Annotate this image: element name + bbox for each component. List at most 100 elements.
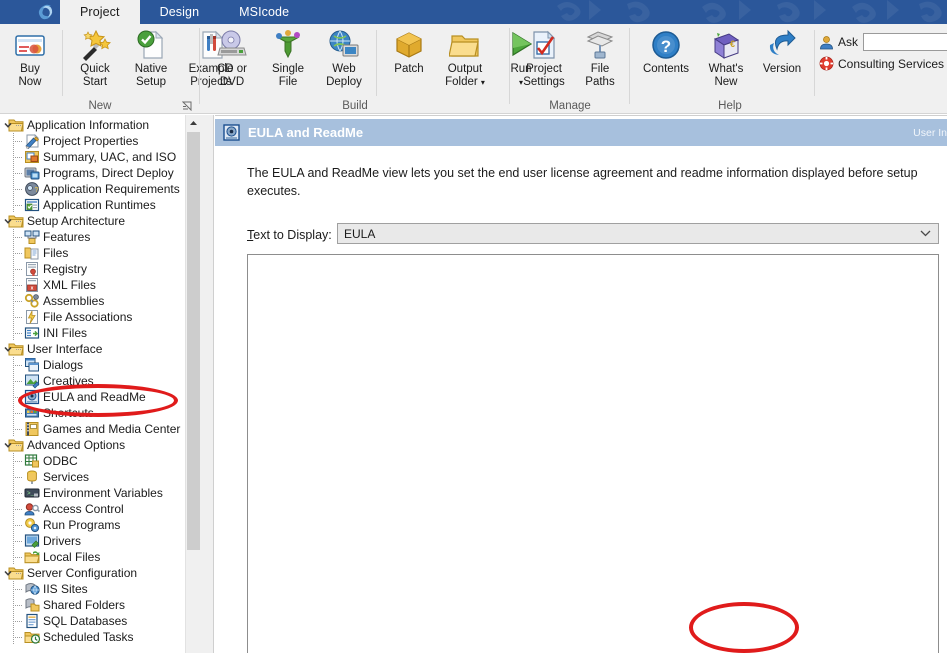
chevron-down-icon[interactable]	[920, 230, 931, 237]
tree-item-eula-and-readme[interactable]: EULA and ReadMe	[0, 389, 190, 405]
tree-item-summary-uac-and-iso[interactable]: Summary, UAC, and ISO	[0, 149, 190, 165]
navigation-tree-panel[interactable]: Application Information Project Propertie…	[0, 115, 200, 653]
ribbon-button-version[interactable]: Version	[754, 26, 810, 76]
scroll-up-icon[interactable]	[186, 115, 200, 131]
tree-item-scheduled-tasks[interactable]: Scheduled Tasks	[0, 629, 190, 645]
ribbon-button-quick-start[interactable]: Quick Start	[67, 26, 123, 88]
tree-item-application-runtimes[interactable]: Application Runtimes	[0, 197, 190, 213]
tree-expander-chevron-down-icon[interactable]	[2, 565, 14, 581]
tab-design-label: Design	[159, 5, 200, 19]
tab-project[interactable]: Project	[60, 0, 140, 24]
tab-design[interactable]: Design	[140, 0, 220, 24]
consulting-services-link[interactable]: Consulting Services	[819, 56, 947, 71]
sql-databases-icon	[26, 613, 38, 629]
tree-item-creatives[interactable]: Creatives	[0, 373, 190, 389]
ribbon-button-cd-or-dvd[interactable]: CD or DVD	[204, 26, 260, 88]
pane-breadcrumb: User In	[913, 127, 947, 139]
single-file-icon	[276, 30, 300, 59]
tree-item-registry[interactable]: Registry	[0, 261, 190, 277]
dialogs-icon	[25, 358, 39, 372]
tree-item-application-requirements[interactable]: ? Application Requirements	[0, 181, 190, 197]
tree-item-ini-files[interactable]: INI Files	[0, 325, 190, 341]
ribbon-button-output-folder[interactable]: Output Folder ▾	[437, 26, 493, 89]
ribbon-button-buy-now[interactable]: Buy Now	[2, 26, 58, 88]
tree-expander-chevron-down-icon[interactable]	[2, 341, 14, 357]
eula-text-editor[interactable]	[247, 254, 939, 653]
ribbon-group-new-label: New	[88, 100, 112, 112]
pane-title: EULA and ReadMe	[248, 125, 364, 140]
tree-item-games-and-media-center[interactable]: Games and Media Center	[0, 421, 190, 437]
panel-splitter[interactable]	[200, 115, 214, 653]
tree-expander-chevron-down-icon[interactable]	[2, 437, 14, 453]
tree-expander-chevron-down-icon[interactable]	[2, 213, 14, 229]
tree-item-server-configuration[interactable]: Server Configuration	[0, 565, 190, 581]
tree-item-drivers[interactable]: Drivers	[0, 533, 190, 549]
tree-expander-chevron-down-icon[interactable]	[2, 117, 14, 133]
tree-item-dialogs[interactable]: Dialogs	[0, 357, 190, 373]
tree-item-label: Access Control	[43, 502, 124, 516]
tree-item-programs-direct-deploy[interactable]: Programs, Direct Deploy	[0, 165, 190, 181]
tree-connector-line	[16, 573, 21, 574]
tree-item-shortcuts[interactable]: Shortcuts	[0, 405, 190, 421]
tree-connector-line	[13, 413, 23, 414]
tree-item-environment-variables[interactable]: >_ Environment Variables	[0, 485, 190, 501]
tree-item-sql-databases[interactable]: SQL Databases	[0, 613, 190, 629]
ribbon-button-contents[interactable]: ? Contents	[634, 26, 698, 76]
tree-item-application-information[interactable]: Application Information	[0, 117, 190, 133]
ribbon-button-version-label: Version	[762, 63, 802, 75]
tree-item-files[interactable]: Files	[0, 245, 190, 261]
ribbon-group-help: ? Contents € What's New Version Ask Cons…	[630, 24, 947, 114]
tree-item-label: Application Information	[27, 118, 150, 132]
tree-item-run-programs[interactable]: Run Programs	[0, 517, 190, 533]
tree-scrollbar-thumb[interactable]	[187, 132, 200, 550]
tree-connector-line	[13, 317, 23, 318]
ribbon-button-single-file[interactable]: Single File	[260, 26, 316, 88]
quick-start-icon	[83, 29, 111, 61]
svg-text:€: €	[730, 39, 735, 49]
tree-scrollbar[interactable]	[185, 115, 200, 653]
tree-item-assemblies[interactable]: Assemblies	[0, 293, 190, 309]
tree-connector-line	[13, 205, 23, 206]
tree-item-features[interactable]: Features	[0, 229, 190, 245]
eula-readme-icon	[223, 124, 240, 141]
ribbon-button-whats-new[interactable]: € What's New	[698, 26, 754, 88]
tree-item-local-files[interactable]: Local Files	[0, 549, 190, 565]
tab-msicode[interactable]: MSIcode	[219, 0, 309, 24]
tree-item-xml-files[interactable]: x XML Files	[0, 277, 190, 293]
tree-item-iis-sites[interactable]: IIS Sites	[0, 581, 190, 597]
tree-item-services[interactable]: Services	[0, 469, 190, 485]
ribbon-button-native-setup[interactable]: Native Setup	[123, 26, 179, 88]
ribbon-button-patch[interactable]: Patch	[381, 26, 437, 76]
tree-connector-line	[13, 301, 23, 302]
ribbon-button-file-paths[interactable]: File Paths	[572, 26, 628, 88]
tree-item-odbc[interactable]: ODBC	[0, 453, 190, 469]
tree-connector-line	[13, 253, 23, 254]
tree-item-shared-folders[interactable]: Shared Folders	[0, 597, 190, 613]
tree-item-advanced-options[interactable]: Advanced Options	[0, 437, 190, 453]
files-icon	[24, 247, 39, 260]
tree-item-label: Application Requirements	[43, 182, 180, 196]
dialog-launcher-icon[interactable]	[182, 101, 192, 111]
tree-item-project-properties[interactable]: Project Properties	[0, 133, 190, 149]
ribbon-button-web-deploy[interactable]: Web Deploy	[316, 26, 372, 88]
text-to-display-label: Text to Display:	[247, 228, 332, 242]
version-icon	[769, 29, 796, 55]
tree-connector-line	[13, 285, 23, 286]
tree-item-user-interface[interactable]: User Interface	[0, 341, 190, 357]
ribbon-button-project-settings[interactable]: Project Settings	[516, 26, 572, 88]
navigation-tree[interactable]: Application Information Project Propertie…	[0, 117, 190, 645]
tree-connector-line	[13, 173, 23, 174]
tree-item-label: Registry	[43, 262, 88, 276]
svg-text:?: ?	[661, 37, 671, 56]
tree-item-label: Application Runtimes	[43, 198, 156, 212]
svg-text:x: x	[31, 286, 34, 292]
tree-item-label: File Associations	[43, 310, 133, 324]
person-icon	[820, 35, 833, 49]
tree-item-access-control[interactable]: Access Control	[0, 501, 190, 517]
ask-input[interactable]	[863, 33, 947, 51]
tree-item-setup-architecture[interactable]: Setup Architecture	[0, 213, 190, 229]
tree-item-file-associations[interactable]: File Associations	[0, 309, 190, 325]
tab-strip[interactable]: Project Design MSIcode	[60, 0, 309, 24]
tree-connector-line	[13, 637, 23, 638]
text-to-display-combo[interactable]: EULA	[337, 223, 939, 244]
